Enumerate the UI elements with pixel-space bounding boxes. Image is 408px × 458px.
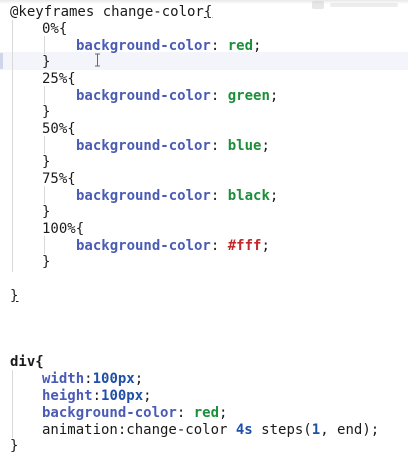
indent-guide [44,86,45,104]
animation-steps-open: steps( [252,422,312,438]
frame-declaration: background-color: red; [76,38,261,55]
indent-guide [44,236,45,254]
property-name: height [42,388,93,404]
semicolon: ; [269,88,279,104]
indent-guide [12,20,13,272]
keyframes-close-brace: } [10,288,18,305]
property-name: background-color [76,238,211,254]
background-declaration: background-color: red; [42,405,228,421]
keyframes-close-brace-char: } [10,288,19,304]
height-declaration: height:100px; [42,388,152,404]
frame-declaration: background-color: black; [76,188,278,205]
property-value: blue [227,138,262,154]
property-value: red [227,38,254,54]
frame-declaration: background-color: #fff; [76,238,270,255]
div-close-brace: } [10,438,19,454]
semicolon: ; [261,238,270,254]
frame-selector: 75%{ [42,171,76,187]
property-value: 100px [101,388,144,404]
frame-close-brace: } [42,154,51,170]
colon: : [210,88,220,104]
semicolon: ; [253,38,262,54]
property-value: #fff [227,238,262,254]
frame-declaration: background-color: green; [76,88,278,105]
keyframes-declaration: @keyframes change-color{ [10,4,212,21]
animation-text: animation:change-color [42,422,236,438]
width-declaration: width:100px; [42,371,144,387]
frame-close-brace: } [42,104,51,120]
property-value: 100px [92,371,135,387]
property-value: red [193,405,220,421]
keyframes-name: @keyframes change-color [10,4,204,20]
frame-declaration: background-color: blue; [76,138,270,155]
animation-steps-close: , end); [320,422,380,438]
property-name: background-color [42,405,177,421]
text-cursor-icon [95,53,100,67]
frame-close-brace: } [42,254,51,270]
indent-guide [44,36,45,54]
property-name: width [42,371,85,387]
colon: : [210,38,220,54]
property-name: background-color [76,138,211,154]
frame-close-brace: } [42,204,51,220]
semicolon: ; [269,188,279,204]
frame-selector: 100%{ [42,221,85,237]
code-editor[interactable]: @keyframes change-color{ 0%{ background-… [0,0,408,458]
colon: : [210,188,220,204]
property-name: background-color [76,188,211,204]
colon: : [210,138,220,154]
current-line-gutter-mark [0,53,3,69]
property-value: black [227,188,270,204]
animation-duration: 4s [235,422,253,438]
indent-guide [44,186,45,204]
keyframes-open-brace: { [203,4,213,20]
property-name: background-color [76,38,211,54]
frame-selector: 25%{ [42,71,76,87]
animation-steps-count: 1 [311,422,321,438]
frame-close-brace: } [42,54,51,70]
animation-declaration: animation:change-color 4s steps(1, end); [42,422,379,439]
watermark-logo [312,1,398,9]
property-name: background-color [76,88,211,104]
indent-guide [44,136,45,154]
property-value: green [227,88,270,104]
colon: : [210,238,220,254]
frame-selector: 0%{ [42,21,68,37]
frame-selector: 50%{ [42,121,76,137]
div-selector: div{ [10,354,44,370]
semicolon: ; [261,138,270,154]
indent-guide [12,370,13,438]
